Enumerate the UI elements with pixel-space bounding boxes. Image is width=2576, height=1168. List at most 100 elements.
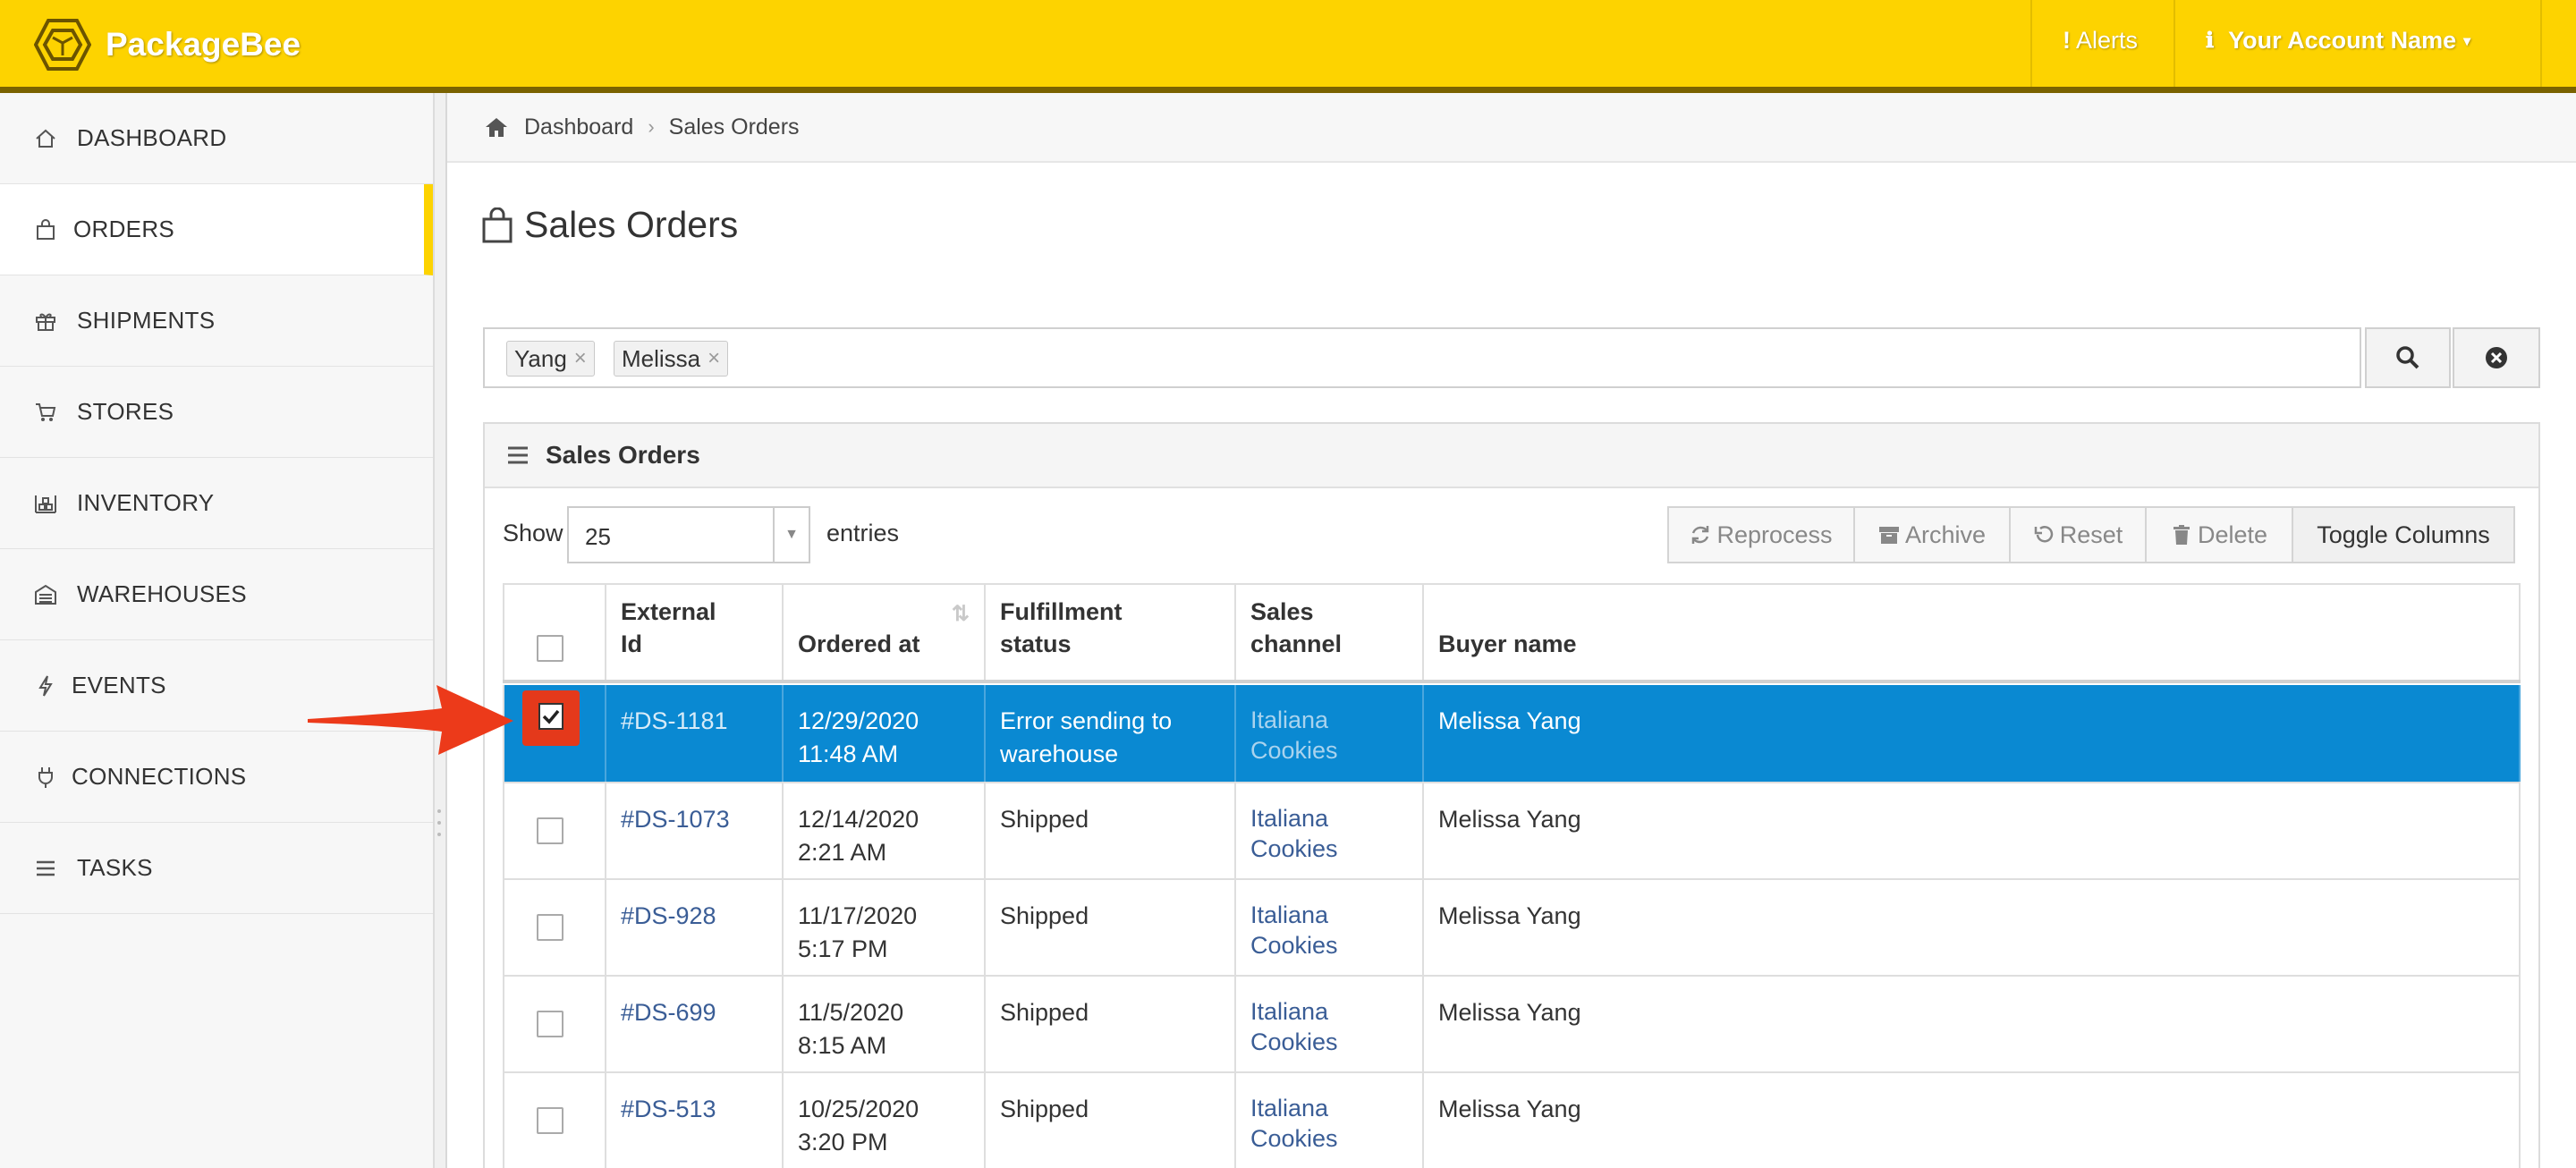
order-id-link[interactable]: #DS-928	[621, 900, 716, 933]
sort-icon[interactable]: ⇅	[952, 601, 970, 627]
table-row[interactable]: #DS-513 10/25/2020 3:20 PM Shipped Italia…	[503, 1073, 2521, 1168]
sales-channel-link[interactable]: Italiana Cookies	[1250, 803, 1358, 864]
header-sales-channel[interactable]: Sales channel	[1236, 585, 1424, 680]
exclamation-icon: !	[2063, 27, 2071, 54]
panel-header: Sales Orders	[485, 424, 2538, 488]
search-tag[interactable]: Yang ×	[506, 341, 595, 377]
header-buyer-name[interactable]: Buyer name	[1424, 585, 2521, 680]
sidebar-splitter[interactable]	[435, 93, 447, 1168]
brand-name: PackageBee	[106, 26, 301, 63]
clear-search-button[interactable]	[2453, 327, 2540, 388]
archive-button[interactable]: Archive	[1853, 506, 2011, 563]
delete-label: Delete	[2197, 521, 2268, 548]
buyer-name: Melissa Yang	[1438, 1096, 1581, 1122]
sales-channel-link[interactable]: Italiana Cookies	[1250, 1093, 1358, 1154]
row-checkbox[interactable]	[537, 914, 564, 941]
inventory-icon	[34, 492, 57, 515]
order-time: 11:48 AM	[798, 741, 899, 767]
buyer-name-cell: Melissa Yang	[1424, 685, 2521, 782]
buyer-name: Melissa Yang	[1438, 902, 1581, 929]
header-ordered-at[interactable]: ⇅ Ordered at	[784, 585, 986, 680]
sales-channel-link[interactable]: Italiana Cookies	[1250, 705, 1358, 766]
highlighted-row-checkbox[interactable]	[522, 690, 580, 746]
search-input[interactable]: Yang × Melissa ×	[483, 327, 2361, 388]
buyer-name-cell: Melissa Yang	[1424, 977, 2521, 1071]
chevron-right-icon: ›	[648, 115, 655, 138]
select-all-checkbox[interactable]	[537, 635, 564, 662]
buyer-name: Melissa Yang	[1438, 999, 1581, 1026]
toggle-columns-button[interactable]: Toggle Columns	[2292, 506, 2515, 563]
bag-icon	[34, 218, 57, 241]
buyer-name-cell: Melissa Yang	[1424, 1073, 2521, 1168]
order-id-link[interactable]: #DS-699	[621, 996, 716, 1029]
order-time: 3:20 PM	[798, 1129, 888, 1155]
entries-label: entries	[826, 520, 900, 546]
sidebar-item-shipments[interactable]: SHIPMENTS	[0, 275, 433, 367]
order-id-link[interactable]: #DS-513	[621, 1093, 716, 1126]
external-id-cell: #DS-1181	[606, 685, 784, 782]
sidebar-item-label: CONNECTIONS	[72, 763, 247, 790]
annotation-arrow-icon	[308, 685, 513, 755]
row-checkbox[interactable]	[537, 817, 564, 844]
entries-select[interactable]: 25 ▼	[567, 506, 810, 563]
external-id-cell: #DS-1073	[606, 783, 784, 878]
delete-button[interactable]: Delete	[2145, 506, 2293, 563]
row-select-cell	[503, 1073, 606, 1168]
header-external-id[interactable]: External Id	[606, 585, 784, 680]
search-icon	[2396, 346, 2419, 369]
sidebar-item-tasks[interactable]: TASKS	[0, 823, 433, 914]
breadcrumb-dashboard-link[interactable]: Dashboard	[524, 114, 633, 140]
drag-handle-icon[interactable]	[437, 809, 443, 836]
row-checkbox[interactable]	[537, 1107, 564, 1134]
account-menu[interactable]: ℹ Your Account Name ▾	[2206, 27, 2470, 55]
sales-channel-link[interactable]: Italiana Cookies	[1250, 996, 1358, 1057]
alerts-link[interactable]: ! Alerts	[2063, 27, 2138, 55]
remove-tag-icon[interactable]: ×	[574, 346, 587, 371]
search-button[interactable]	[2365, 327, 2451, 388]
sidebar-item-dashboard[interactable]: DASHBOARD	[0, 93, 433, 184]
buyer-name: Melissa Yang	[1438, 806, 1581, 833]
external-id-cell: #DS-513	[606, 1073, 784, 1168]
status-text: Shipped	[1000, 999, 1089, 1026]
sales-channel-cell: Italiana Cookies	[1236, 880, 1424, 975]
table-row[interactable]: #DS-928 11/17/2020 5:17 PM Shipped Italia…	[503, 880, 2521, 977]
order-time: 8:15 AM	[798, 1032, 887, 1059]
show-label: Show	[503, 520, 564, 546]
sales-channel-cell: Italiana Cookies	[1236, 1073, 1424, 1168]
ordered-at-cell: 11/17/2020 5:17 PM	[784, 880, 986, 975]
remove-tag-icon[interactable]: ×	[708, 346, 720, 371]
entries-value: 25	[585, 523, 611, 550]
order-id-link[interactable]: #DS-1073	[621, 803, 730, 836]
brand[interactable]: PackageBee	[34, 18, 301, 72]
ordered-at-cell: 11/5/2020 8:15 AM	[784, 977, 986, 1071]
table-row[interactable]: #DS-1073 12/14/2020 2:21 AM Shipped Itali…	[503, 783, 2521, 880]
sidebar-item-orders[interactable]: ORDERS	[0, 184, 433, 275]
order-date: 11/5/2020	[798, 999, 904, 1026]
table-row[interactable]: #DS-699 11/5/2020 8:15 AM Shipped Italian…	[503, 977, 2521, 1073]
sidebar: DASHBOARD ORDERS SHIPMENTS STORES INVENT…	[0, 93, 435, 1168]
order-time: 2:21 AM	[798, 839, 887, 866]
fulfillment-status-cell: Shipped	[986, 783, 1236, 878]
table-row[interactable]: #DS-1181 12/29/2020 11:48 AM Error sendin…	[503, 685, 2521, 783]
row-select-cell	[503, 977, 606, 1071]
topbar-divider	[2030, 0, 2032, 87]
chevron-down-icon: ▾	[2463, 33, 2471, 49]
search-tag[interactable]: Melissa ×	[614, 341, 729, 377]
sales-channel-link[interactable]: Italiana Cookies	[1250, 900, 1358, 961]
order-id-link[interactable]: #DS-1181	[621, 705, 728, 738]
sidebar-item-warehouses[interactable]: WAREHOUSES	[0, 549, 433, 640]
home-icon	[486, 118, 507, 137]
reprocess-label: Reprocess	[1716, 521, 1833, 548]
sidebar-item-label: STORES	[77, 398, 174, 425]
gift-icon	[34, 309, 57, 333]
undo-icon	[2034, 526, 2053, 543]
sidebar-item-stores[interactable]: STORES	[0, 367, 433, 458]
order-date: 12/29/2020	[798, 707, 919, 734]
sidebar-item-inventory[interactable]: INVENTORY	[0, 458, 433, 549]
sidebar-item-label: SHIPMENTS	[77, 307, 216, 334]
header-fulfillment-status[interactable]: Fulfillment status	[986, 585, 1236, 680]
reprocess-button[interactable]: Reprocess	[1667, 506, 1855, 563]
row-checkbox[interactable]	[537, 1011, 564, 1037]
breadcrumb: Dashboard › Sales Orders	[447, 93, 2576, 163]
reset-button[interactable]: Reset	[2009, 506, 2147, 563]
